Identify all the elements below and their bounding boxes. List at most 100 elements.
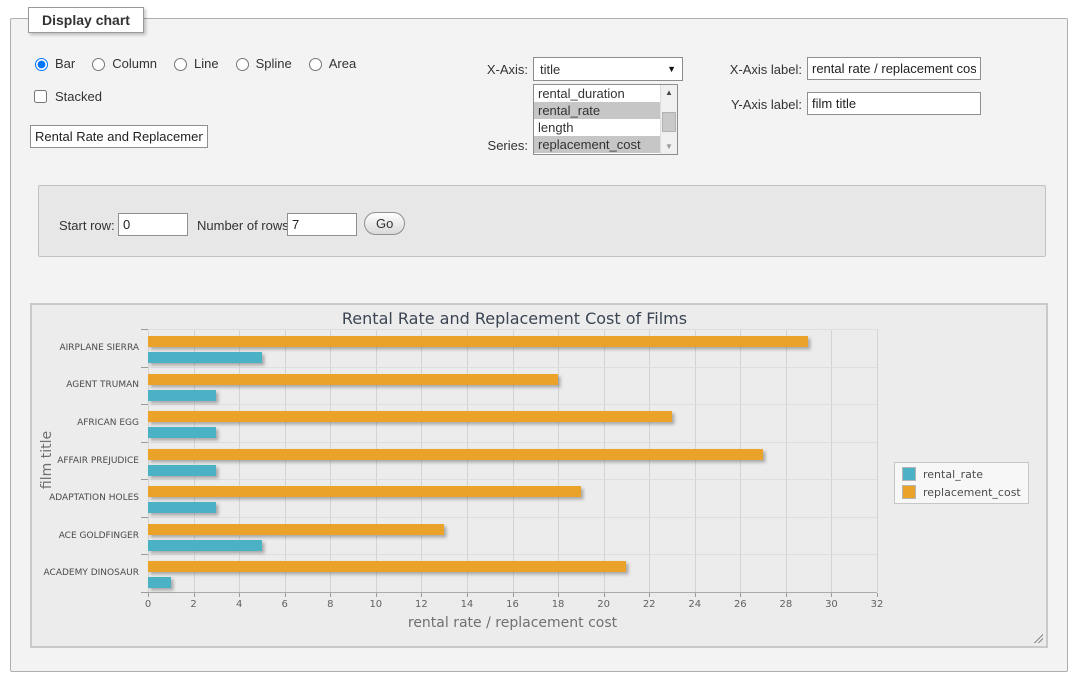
chart-type-radio-spline[interactable] [236, 58, 249, 71]
y-axis-tick [141, 367, 148, 368]
x-axis-label-input[interactable] [807, 57, 981, 80]
x-axis-tick [421, 593, 422, 597]
x-tick-label: 20 [584, 599, 624, 610]
series-option-length[interactable]: length [534, 119, 661, 136]
x-axis-tick [148, 593, 149, 597]
y-axis-tick [141, 404, 148, 405]
bar-replacement_cost [148, 524, 444, 535]
gridline-vertical [740, 329, 741, 592]
chart-type-option-column: Column [87, 55, 157, 71]
gridline-horizontal [148, 442, 877, 443]
x-axis-select[interactable]: title ▼ [533, 57, 683, 81]
chart-title: Rental Rate and Replacement Cost of Film… [32, 309, 997, 328]
legend-label: replacement_cost [923, 486, 1021, 499]
x-axis-label-label: X-Axis label: [700, 62, 802, 77]
chart-type-radio-area[interactable] [309, 58, 322, 71]
chevron-down-icon: ▼ [667, 64, 676, 74]
gridline-vertical [877, 329, 878, 592]
series-select-label: Series: [430, 138, 528, 153]
chart-type-option-line: Line [169, 55, 219, 71]
x-axis-tick [330, 593, 331, 597]
chart-container: Rental Rate and Replacement Cost of Film… [30, 303, 1048, 648]
x-axis-select-label: X-Axis: [430, 62, 528, 77]
x-axis-title: rental rate / replacement cost [148, 615, 877, 631]
chart-type-radio-line[interactable] [174, 58, 187, 71]
scrollbar-thumb[interactable] [662, 112, 676, 132]
x-axis-tick [877, 593, 878, 597]
x-axis-tick [558, 593, 559, 597]
series-listbox[interactable]: ▲ ▼ rental_durationrental_ratelengthrepl… [533, 84, 678, 155]
chart-type-radio-column[interactable] [92, 58, 105, 71]
stacked-checkbox[interactable] [34, 90, 47, 103]
bar-replacement_cost [148, 449, 763, 460]
x-tick-label: 24 [675, 599, 715, 610]
chart-type-label: Bar [55, 56, 75, 71]
x-tick-label: 12 [401, 599, 441, 610]
gridline-vertical [786, 329, 787, 592]
y-axis-tick [141, 479, 148, 480]
gridline-vertical [421, 329, 422, 592]
legend-label: rental_rate [923, 468, 983, 481]
x-tick-label: 6 [265, 599, 305, 610]
gridline-horizontal [148, 367, 877, 368]
stacked-row: Stacked [30, 87, 102, 106]
x-tick-label: 4 [219, 599, 259, 610]
y-axis-tick [141, 592, 148, 593]
series-option-replacement_cost[interactable]: replacement_cost [534, 136, 661, 153]
bar-replacement_cost [148, 561, 626, 572]
start-row-input[interactable] [118, 213, 188, 236]
chart-type-option-bar: Bar [30, 55, 75, 71]
series-option-rental_rate[interactable]: rental_rate [534, 102, 661, 119]
bar-rental_rate [148, 427, 216, 438]
gridline-vertical [831, 329, 832, 592]
number-of-rows-input[interactable] [287, 213, 357, 236]
x-axis-tick [285, 593, 286, 597]
x-tick-label: 0 [128, 599, 168, 610]
series-option-rental_duration[interactable]: rental_duration [534, 85, 661, 102]
x-axis-tick [831, 593, 832, 597]
x-tick-label: 18 [538, 599, 578, 610]
x-tick-label: 28 [766, 599, 806, 610]
x-axis-tick [513, 593, 514, 597]
chart-type-label: Column [112, 56, 157, 71]
bar-rental_rate [148, 465, 216, 476]
scroll-down-icon[interactable]: ▼ [661, 139, 677, 154]
x-axis-tick [194, 593, 195, 597]
bar-rental_rate [148, 577, 171, 588]
x-axis-tick [695, 593, 696, 597]
x-tick-label: 2 [174, 599, 214, 610]
bar-rental_rate [148, 502, 216, 513]
resize-handle-icon[interactable] [1032, 632, 1043, 643]
chart-type-label: Spline [256, 56, 292, 71]
gridline-horizontal [148, 329, 877, 330]
y-axis-title: film title [39, 370, 55, 550]
chart-type-option-area: Area [304, 55, 356, 71]
x-tick-label: 26 [720, 599, 760, 610]
x-tick-label: 16 [493, 599, 533, 610]
y-axis-tick [141, 329, 148, 330]
chart-type-label: Line [194, 56, 219, 71]
x-axis-tick [649, 593, 650, 597]
gridline-vertical [148, 329, 149, 592]
y-axis-tick [141, 554, 148, 555]
x-axis-tick [239, 593, 240, 597]
bar-replacement_cost [148, 374, 558, 385]
go-button[interactable]: Go [364, 212, 405, 235]
bar-replacement_cost [148, 336, 808, 347]
x-tick-label: 8 [310, 599, 350, 610]
gridline-vertical [467, 329, 468, 592]
x-axis-tick [376, 593, 377, 597]
x-tick-label: 22 [629, 599, 669, 610]
scroll-up-icon[interactable]: ▲ [661, 85, 677, 100]
gridline-horizontal [148, 554, 877, 555]
chart-type-radio-bar[interactable] [35, 58, 48, 71]
x-axis-tick [467, 593, 468, 597]
gridline-vertical [695, 329, 696, 592]
chart-title-input[interactable] [30, 125, 208, 148]
number-of-rows-label: Number of rows: [197, 218, 292, 233]
x-axis-tick [786, 593, 787, 597]
y-axis-label-input[interactable] [807, 92, 981, 115]
bar-replacement_cost [148, 486, 581, 497]
x-axis-tick [740, 593, 741, 597]
gridline-horizontal [148, 479, 877, 480]
